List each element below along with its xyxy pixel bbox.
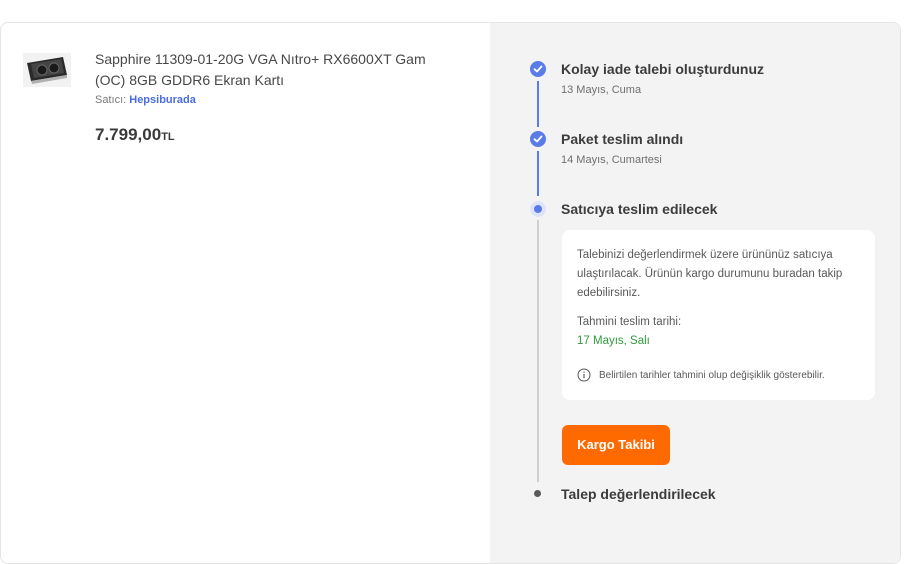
product-thumbnail[interactable]: [23, 53, 71, 87]
return-request-card: Sapphire 11309-01-20G VGA Nıtro+ RX6600X…: [0, 22, 901, 564]
info-box: Talebinizi değerlendirmek üzere ürününüz…: [562, 230, 875, 400]
info-icon: [577, 368, 591, 382]
estimate-date: 17 Mayıs, Salı: [577, 335, 650, 347]
step-date: 14 Mayıs, Cumartesi: [561, 154, 662, 166]
timeline-line: [537, 81, 539, 127]
estimate-label: Tahmini teslim tarihi:: [577, 316, 682, 328]
cargo-tracking-button[interactable]: Kargo Takibi: [562, 425, 670, 465]
active-step-indicator: [530, 201, 546, 217]
step-title: Kolay iade talebi oluşturdunuz: [561, 61, 765, 77]
check-icon: [530, 61, 546, 77]
step-title: Talep değerlendirilecek: [561, 486, 716, 502]
product-title[interactable]: Sapphire 11309-01-20G VGA Nıtro+ RX6600X…: [95, 49, 445, 91]
seller-label: Satıcı:: [95, 94, 127, 106]
timeline-panel: Kolay iade talebi oluşturdunuz 13 Mayıs,…: [490, 23, 900, 563]
price-currency: TL: [161, 131, 175, 143]
product-price: 7.799,00TL: [95, 125, 175, 145]
disclaimer-note: Belirtilen tarihler tahmini olup değişik…: [577, 368, 825, 382]
seller-info: Satıcı: Hepsiburada: [95, 94, 196, 106]
pending-step-indicator: [534, 490, 541, 497]
seller-name-link[interactable]: Hepsiburada: [129, 94, 196, 106]
step-title: Paket teslim alındı: [561, 131, 684, 147]
price-value: 7.799,00: [95, 125, 162, 144]
timeline-line: [537, 220, 539, 482]
disclaimer-text: Belirtilen tarihler tahmini olup değişik…: [599, 369, 825, 381]
check-icon: [530, 131, 546, 147]
product-panel: Sapphire 11309-01-20G VGA Nıtro+ RX6600X…: [1, 23, 490, 563]
step-title: Satıcıya teslim edilecek: [561, 201, 718, 217]
timeline-line: [537, 151, 539, 196]
info-text: Talebinizi değerlendirmek üzere ürününüz…: [577, 249, 843, 299]
step-date: 13 Mayıs, Cuma: [561, 84, 642, 96]
